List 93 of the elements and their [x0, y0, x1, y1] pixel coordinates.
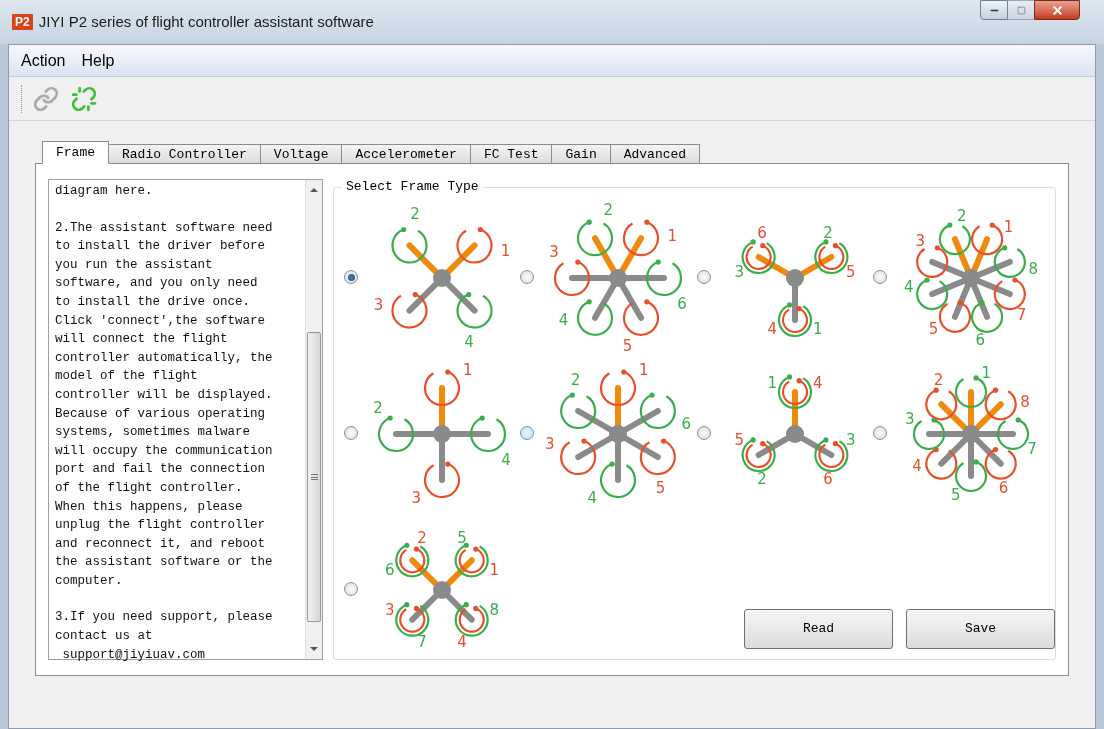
tab[interactable]: Accelerometer — [341, 144, 471, 164]
motor-number: 2 — [571, 370, 581, 389]
tab[interactable]: Frame — [42, 141, 109, 164]
motor-number: 1 — [812, 320, 823, 339]
motor-number: 5 — [928, 319, 939, 338]
motor-number: 4 — [559, 311, 569, 330]
motor-number: 5 — [734, 430, 744, 449]
tab[interactable]: Radio Controller — [108, 144, 261, 164]
motor-number: 6 — [756, 223, 767, 242]
frame-radio[interactable] — [344, 426, 358, 440]
help-paragraph: 2.The assistant software need to install the driver before you run the assistant software, and you only need to install the drive once. Click 'connect',the software will connect the flight controller automatically, the model of the flight controller will be displayed. Because of various operating systems, sometimes malware will occupy the communication port and fail the connection of the flight controller. When this happens, please unplug the flight controller and reconnect it, and reboot the assistant software or the computer. — [55, 219, 274, 590]
motor-number: 5 — [457, 528, 467, 547]
motor-number: 5 — [623, 337, 633, 354]
motor-number: 6 — [681, 415, 692, 434]
motor-number: 1 — [489, 560, 500, 579]
motor-number: 2 — [373, 399, 383, 418]
motor-number: 5 — [845, 263, 855, 282]
motor-number: 7 — [1027, 440, 1037, 459]
motor-number: 4 — [812, 373, 823, 392]
motor-number: 1 — [639, 361, 649, 379]
motor-number: 3 — [845, 430, 855, 449]
motor-number: 1 — [500, 242, 511, 261]
motor-number: 6 — [975, 331, 985, 350]
motor-number: 7 — [417, 633, 427, 652]
motor-number: 7 — [1016, 306, 1027, 325]
tab[interactable]: FC Test — [469, 144, 553, 164]
maximize-button[interactable] — [1008, 0, 1034, 20]
maximize-icon — [1016, 5, 1026, 15]
frame-radio[interactable] — [520, 426, 535, 440]
motor-number: 2 — [822, 223, 833, 242]
frame-radio[interactable] — [872, 426, 887, 440]
motor-number: 1 — [766, 373, 777, 392]
app-badge: P2 — [12, 14, 33, 30]
motor-number: 4 — [766, 320, 777, 339]
motor-number: 1 — [463, 361, 473, 379]
motor-number: 2 — [933, 371, 944, 389]
frame-radio[interactable] — [344, 582, 358, 596]
motor-number: 3 — [734, 263, 744, 282]
motor-number: 3 — [904, 409, 915, 428]
motor-number: 2 — [417, 528, 427, 547]
close-icon — [1050, 3, 1064, 17]
motor-number: 1 — [1003, 218, 1013, 237]
motor-number: 2 — [756, 470, 767, 489]
motor-number: 4 — [912, 457, 922, 476]
motor-number: 6 — [998, 479, 1008, 497]
motor-number: 4 — [464, 332, 474, 351]
tab[interactable]: Gain — [551, 144, 611, 164]
motor-number: 1 — [667, 226, 678, 245]
motor-number: 1 — [981, 363, 991, 382]
frame-radio[interactable] — [520, 270, 535, 284]
motor-number: 8 — [1028, 259, 1038, 278]
motor-number: 4 — [587, 489, 598, 507]
scroll-up-arrow-icon[interactable] — [310, 188, 318, 192]
broken-link-icon[interactable] — [70, 84, 98, 113]
motor-number: 4 — [457, 633, 467, 652]
close-button[interactable] — [1034, 0, 1080, 20]
group-title: Select Frame Type — [342, 178, 483, 196]
motor-number: 3 — [384, 601, 395, 620]
save-button[interactable]: Save — [906, 609, 1055, 649]
motor-number: 6 — [384, 560, 395, 579]
motor-number: 5 — [655, 479, 666, 498]
menu-item[interactable]: Help — [81, 48, 115, 73]
motor-number: 4 — [501, 450, 511, 469]
motor-number: 6 — [822, 470, 833, 489]
tab[interactable]: Voltage — [259, 144, 343, 164]
motor-number: 2 — [603, 200, 614, 219]
motor-number: 4 — [903, 278, 914, 297]
motor-number: 5 — [950, 486, 961, 505]
motor-number: 3 — [411, 489, 421, 507]
scroll-down-arrow-icon[interactable] — [310, 647, 318, 651]
frame-radio[interactable] — [696, 426, 711, 440]
frame-radio[interactable] — [872, 270, 887, 284]
help-paragraph: diagram here. — [55, 183, 154, 200]
motor-number: 3 — [373, 295, 384, 314]
window-title: JIYI P2 series of flight controller assistant software — [38, 11, 374, 32]
read-button[interactable]: Read — [744, 609, 893, 649]
motor-number: 3 — [545, 434, 555, 453]
motor-number: 8 — [1020, 392, 1030, 411]
scrollbar-thumb[interactable] — [307, 332, 321, 622]
motor-number: 3 — [915, 231, 925, 250]
frame-radio[interactable] — [344, 270, 358, 284]
help-paragraph: 3.If you need support, please contact us at support@jiyiuav.com — [55, 609, 274, 664]
tab[interactable]: Advanced — [609, 144, 701, 164]
motor-number: 2 — [410, 205, 420, 224]
motor-number: 3 — [549, 243, 560, 262]
menu-item[interactable]: Action — [21, 48, 66, 73]
scrollbar[interactable] — [305, 180, 322, 659]
motor-number: 8 — [489, 601, 500, 620]
motor-number: 2 — [956, 206, 967, 225]
motor-number: 6 — [677, 294, 687, 313]
minimize-button[interactable] — [980, 0, 1008, 20]
grip-icon — [310, 474, 318, 480]
frame-radio[interactable] — [696, 270, 711, 284]
